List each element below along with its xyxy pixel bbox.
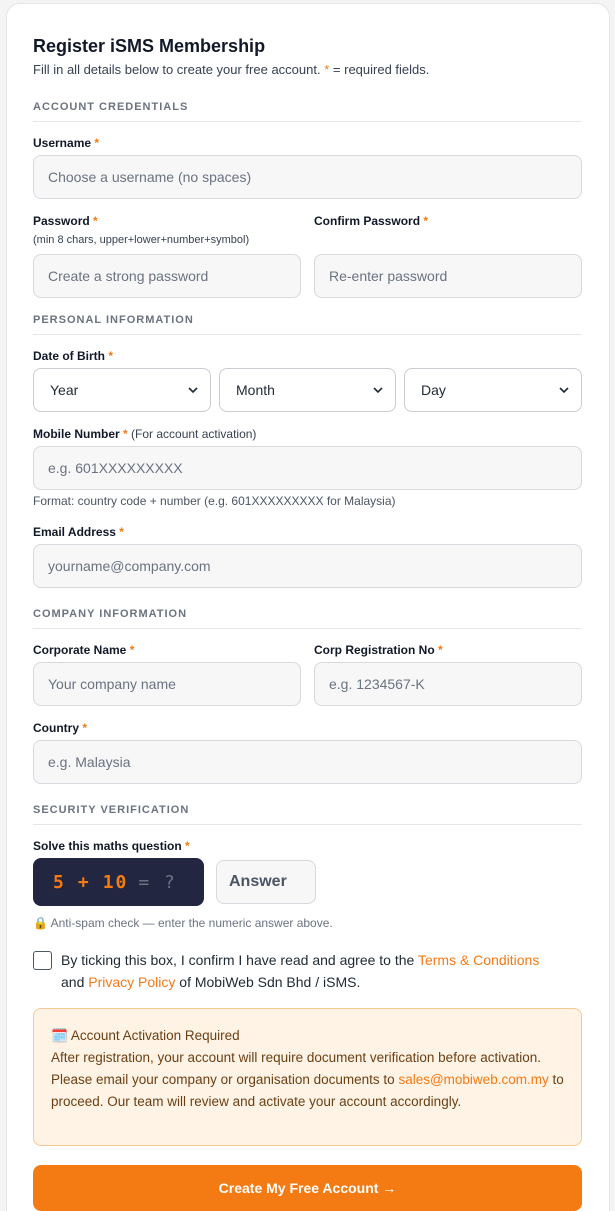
country-label: Country * xyxy=(33,721,88,735)
confirm-password-input[interactable]: Re-enter password xyxy=(314,254,582,298)
create-account-button[interactable]: Create My Free Account → xyxy=(33,1165,582,1211)
username-label: Username * xyxy=(33,136,100,150)
confirm-password-label: Confirm Password * xyxy=(314,214,429,228)
password-hint: (min 8 chars, upper+lower+number+symbol) xyxy=(33,234,250,246)
corp-registration-input[interactable]: e.g. 1234567-K xyxy=(314,662,582,706)
calendar-icon: 🗓️ xyxy=(51,1028,68,1043)
dob-month-select[interactable]: Month xyxy=(219,368,396,412)
required-suffix: = required fields. xyxy=(332,62,430,77)
sales-email-link[interactable]: sales@mobiweb.com.my xyxy=(398,1072,548,1087)
consent-text: By ticking this box, I confirm I have re… xyxy=(61,952,540,990)
username-input[interactable]: Choose a username (no spaces) xyxy=(33,155,582,199)
form-subtitle: Fill in all details below to create your… xyxy=(33,62,429,77)
chevron-down-icon xyxy=(559,387,569,394)
chevron-down-icon xyxy=(373,387,383,394)
email-input[interactable]: yourname@company.com xyxy=(33,544,582,588)
mobile-input[interactable]: e.g. 601XXXXXXXXX xyxy=(33,446,582,490)
dob-year-select[interactable]: Year xyxy=(33,368,211,412)
subtitle-text: Fill in all details below to create your… xyxy=(33,62,321,77)
country-input[interactable]: e.g. Malaysia xyxy=(33,740,582,784)
notice-body: After registration, your account will re… xyxy=(51,1050,564,1109)
password-label: Password * xyxy=(33,214,98,228)
section-security-verification: SECURITY VERIFICATION xyxy=(33,804,582,825)
privacy-link[interactable]: Privacy Policy xyxy=(88,974,175,990)
corp-registration-label: Corp Registration No * xyxy=(314,643,443,657)
mobile-label: Mobile Number * (For account activation) xyxy=(33,427,257,441)
captcha-label: Solve this maths question * xyxy=(33,839,190,853)
terms-checkbox[interactable] xyxy=(33,951,52,970)
section-personal-information: PERSONAL INFORMATION xyxy=(33,314,582,335)
password-input[interactable]: Create a strong password xyxy=(33,254,301,298)
terms-link[interactable]: Terms & Conditions xyxy=(418,952,539,968)
chevron-down-icon xyxy=(188,387,198,394)
mobile-note: (For account activation) xyxy=(131,427,257,441)
corporate-name-input[interactable]: Your company name xyxy=(33,662,301,706)
section-company-information: COMPANY INFORMATION xyxy=(33,608,582,629)
dob-label: Date of Birth * xyxy=(33,349,114,363)
activation-notice: 🗓️ Account Activation Required After reg… xyxy=(33,1008,582,1146)
anti-spam-hint: 🔒 Anti-spam check — enter the numeric an… xyxy=(33,916,333,930)
email-label: Email Address * xyxy=(33,525,124,539)
page-title: Register iSMS Membership xyxy=(33,36,266,56)
corporate-name-label: Corporate Name * xyxy=(33,643,135,657)
required-mark: * xyxy=(324,62,330,77)
mobile-format-hint: Format: country code + number (e.g. 601X… xyxy=(33,494,396,508)
section-account-credentials: ACCOUNT CREDENTIALS xyxy=(33,101,582,122)
captcha-answer-input[interactable]: Answer xyxy=(216,860,316,904)
dob-day-select[interactable]: Day xyxy=(404,368,582,412)
notice-heading: 🗓️ Account Activation Required xyxy=(51,1028,240,1043)
captcha-question: 5 + 10 = ? xyxy=(33,858,204,906)
